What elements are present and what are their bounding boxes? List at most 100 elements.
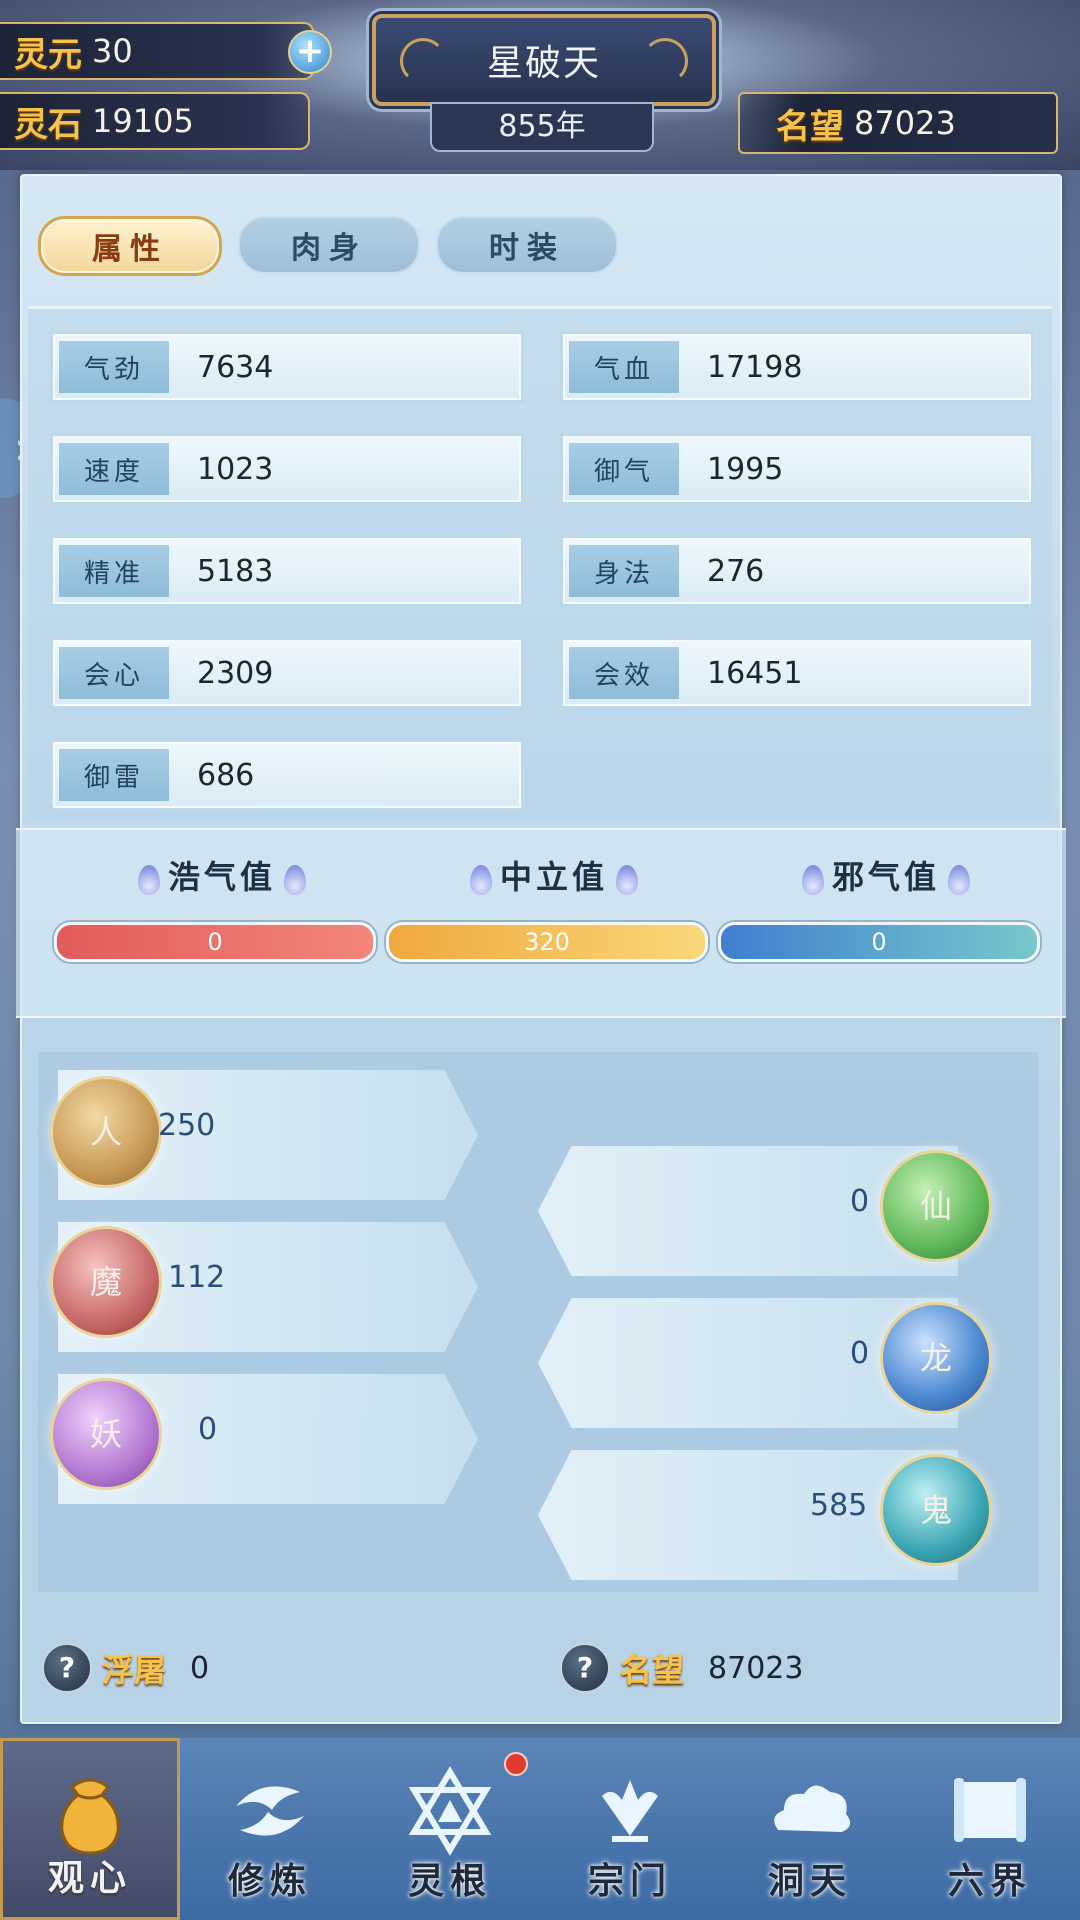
fotu-label: 浮屠 <box>102 1651 167 1689</box>
nav-liujie[interactable]: 六界 <box>900 1738 1080 1920</box>
attr-huixiao: 会效 16451 <box>560 637 1034 709</box>
realm-orb-gui[interactable]: 鬼 <box>880 1454 992 1566</box>
lingshi-label: 灵石 <box>14 104 82 145</box>
nav-label: 观心 <box>47 1857 132 1899</box>
attr-yulei: 御雷 686 <box>50 739 524 811</box>
flame-icon <box>469 864 492 895</box>
realm-section: 人 250 魔 112 妖 0 仙 0 龙 0 鬼 585 <box>38 1052 1038 1592</box>
flame-icon <box>284 864 306 895</box>
realm-value-yao: 0 <box>198 1412 218 1447</box>
attr-yuqi: 御气 1995 <box>560 433 1034 505</box>
character-panel: 属性 肉身 时装 气劲 7634 气血 17198 速度 1023 御气 199… <box>16 174 1066 1724</box>
top-bar: 灵元 30 + 灵石 19105 星破天 855年 名望 87023 <box>0 0 1080 170</box>
fotu-help-icon[interactable]: ? <box>42 1643 92 1693</box>
cloud-ornament-icon <box>400 38 446 84</box>
panel-tabs: 属性 肉身 时装 <box>38 216 618 276</box>
nav-label: 六界 <box>947 1860 1032 1902</box>
realm-value-long: 0 <box>850 1336 870 1371</box>
fame-label: 名望 <box>620 1651 685 1689</box>
lotus-icon <box>582 1766 678 1856</box>
hexagram-icon <box>402 1766 498 1856</box>
flame-icon <box>137 864 160 895</box>
evil-label: 邪气值 <box>831 858 940 896</box>
lingyuan-label: 灵元 <box>14 34 82 75</box>
year-display: 855年 <box>430 102 654 152</box>
attr-label: 身法 <box>569 545 679 597</box>
attr-sudu: 速度 1023 <box>50 433 524 505</box>
fame-help-icon[interactable]: ? <box>560 1643 610 1693</box>
neutral-title: 中立值 <box>404 852 704 898</box>
lingyuan-value: 30 <box>92 32 133 70</box>
lingshi-value: 19105 <box>92 102 194 140</box>
attr-qijin: 气劲 7634 <box>50 331 524 403</box>
tab-body[interactable]: 肉身 <box>238 216 420 274</box>
nav-zongmen[interactable]: 宗门 <box>540 1738 720 1920</box>
nav-label: 宗门 <box>587 1860 672 1902</box>
realm-value-xian: 0 <box>850 1184 870 1219</box>
attr-value: 686 <box>197 757 255 793</box>
attr-label: 会心 <box>59 647 169 699</box>
attr-value: 7634 <box>197 349 274 385</box>
attr-label: 御气 <box>569 443 679 495</box>
realm-orb-xian[interactable]: 仙 <box>880 1150 992 1262</box>
nav-label: 灵根 <box>407 1860 492 1902</box>
attr-label: 精准 <box>59 545 169 597</box>
evil-bar: 0 <box>718 922 1040 962</box>
attr-jingzhun: 精准 5183 <box>50 535 524 607</box>
character-name-plaque: 星破天 <box>372 14 716 106</box>
fame-value: 87023 <box>708 1650 804 1686</box>
attribute-grid: 气劲 7634 气血 17198 速度 1023 御气 1995 精准 5183… <box>28 306 1052 819</box>
realm-value-mo: 112 <box>168 1260 226 1295</box>
bottom-nav: 观心 修炼 灵根 宗门 洞天 六界 <box>0 1738 1080 1920</box>
koi-fish-icon <box>222 1766 318 1856</box>
fame-stat: ? 名望 87023 <box>560 1636 803 1700</box>
notification-dot <box>504 1752 528 1776</box>
attr-value: 2309 <box>197 655 274 691</box>
attr-huixin: 会心 2309 <box>50 637 524 709</box>
realm-value-ren: 250 <box>158 1108 216 1143</box>
attr-value: 17198 <box>707 349 803 385</box>
lingshi-counter: 灵石 19105 <box>0 92 310 150</box>
neutral-label: 中立值 <box>499 858 608 896</box>
righteous-bar: 0 <box>54 922 376 962</box>
attr-label: 御雷 <box>59 749 169 801</box>
fame-value: 87023 <box>854 104 956 142</box>
tab-fashion[interactable]: 时装 <box>436 216 618 274</box>
attr-value: 16451 <box>707 655 803 691</box>
nav-label: 洞天 <box>767 1860 852 1902</box>
righteous-label: 浩气值 <box>167 858 276 896</box>
attr-label: 会效 <box>569 647 679 699</box>
flame-icon <box>801 864 824 895</box>
fame-label: 名望 <box>776 106 844 147</box>
morality-section: 浩气值 中立值 邪气值 0 320 0 <box>16 828 1066 1018</box>
flame-icon <box>948 864 970 895</box>
character-name: 星破天 <box>486 43 601 84</box>
attr-value: 1023 <box>197 451 274 487</box>
tab-attributes[interactable]: 属性 <box>38 216 222 276</box>
fotu-value: 0 <box>190 1650 210 1686</box>
pouch-icon <box>42 1769 138 1859</box>
cloud-ornament-icon <box>642 38 688 84</box>
add-lingyuan-button[interactable]: + <box>288 30 332 74</box>
nav-dongtian[interactable]: 洞天 <box>720 1738 900 1920</box>
flame-icon <box>616 864 638 895</box>
attr-label: 气劲 <box>59 341 169 393</box>
fame-counter: 名望 87023 <box>738 92 1058 154</box>
attr-qixue: 气血 17198 <box>560 331 1034 403</box>
attr-value: 276 <box>707 553 765 589</box>
realm-orb-mo[interactable]: 魔 <box>50 1226 162 1338</box>
lingyuan-counter: 灵元 30 <box>0 22 314 80</box>
realm-orb-long[interactable]: 龙 <box>880 1302 992 1414</box>
attr-value: 1995 <box>707 451 784 487</box>
scroll-icon <box>942 1766 1038 1856</box>
evil-title: 邪气值 <box>736 852 1036 898</box>
nav-guanxin[interactable]: 观心 <box>0 1738 180 1920</box>
nav-xiulian[interactable]: 修炼 <box>180 1738 360 1920</box>
attr-label: 速度 <box>59 443 169 495</box>
fotu-stat: ? 浮屠 0 <box>42 1636 209 1700</box>
realm-orb-ren[interactable]: 人 <box>50 1076 162 1188</box>
cloud-icon <box>762 1766 858 1856</box>
nav-label: 修炼 <box>227 1860 312 1902</box>
realm-orb-yao[interactable]: 妖 <box>50 1378 162 1490</box>
attr-label: 气血 <box>569 341 679 393</box>
